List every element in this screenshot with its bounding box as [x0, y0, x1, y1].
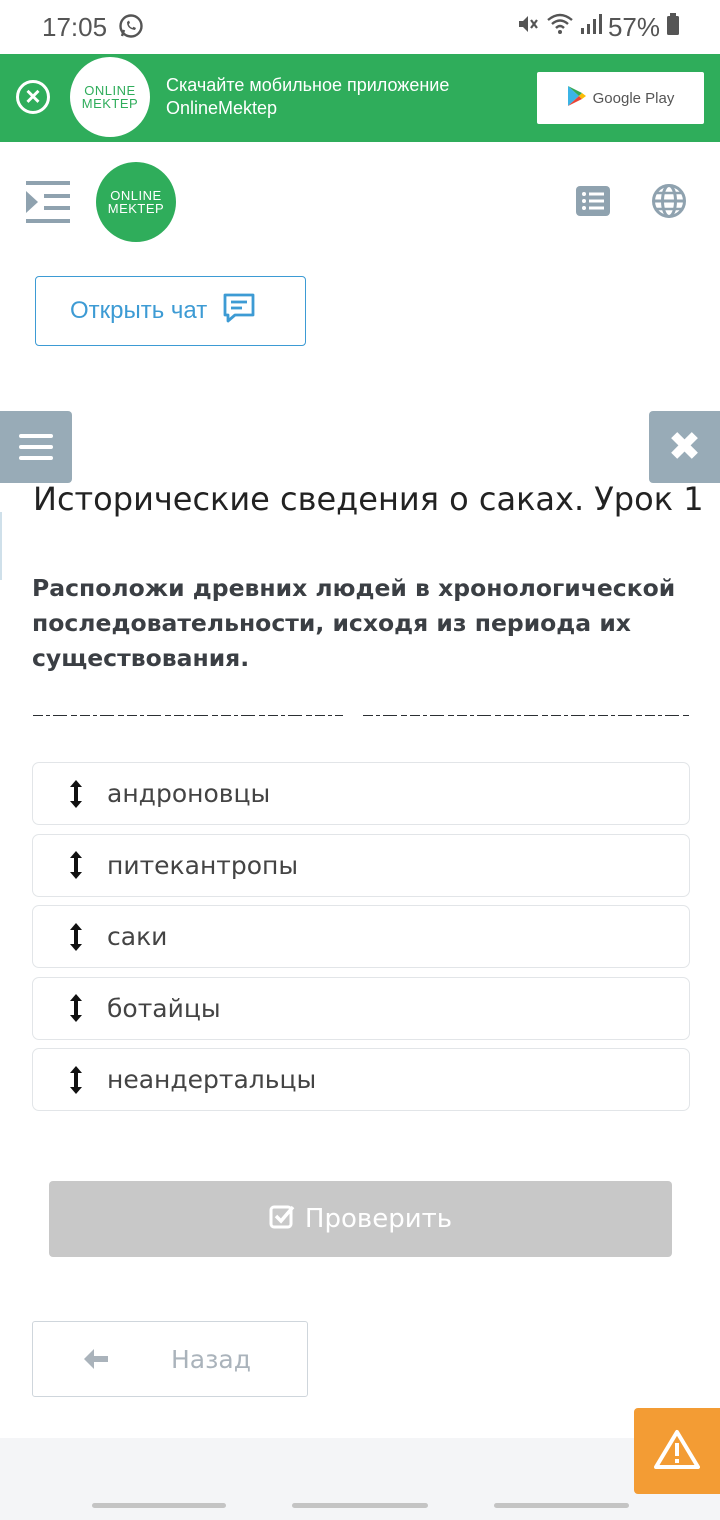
promo-text-line2: OnlineMektep — [166, 98, 278, 118]
sortable-item[interactable]: саки — [32, 905, 690, 968]
status-bar: 17:05 57% — [0, 0, 720, 54]
lesson-title: Исторические сведения о саках. Урок 1 — [33, 480, 704, 518]
check-button-label: Проверить — [304, 1204, 453, 1234]
lesson-menu-button[interactable] — [0, 411, 72, 483]
sortable-item[interactable]: питекантропы — [32, 833, 690, 897]
sortable-item-label: андроновцы — [107, 779, 271, 808]
wifi-icon — [546, 12, 574, 43]
sortable-item[interactable]: неандертальцы — [32, 1048, 690, 1111]
nav-bar-indicator — [92, 1503, 226, 1508]
battery-percent: 57% — [607, 12, 660, 42]
report-problem-button[interactable] — [634, 1408, 720, 1494]
close-icon[interactable]: × — [16, 80, 50, 114]
back-button-label: Назад — [171, 1344, 252, 1374]
menu-icon-bar — [19, 445, 53, 449]
open-chat-button[interactable]: Открыть чат — [35, 276, 306, 346]
globe-icon[interactable] — [652, 184, 686, 223]
chat-icon — [223, 293, 255, 330]
mute-icon — [516, 12, 540, 43]
whatsapp-icon — [118, 13, 144, 44]
divider — [33, 708, 689, 716]
list-icon[interactable] — [576, 186, 610, 221]
app-promo-banner: × ONLINE MEKTEP Скачайте мобильное прило… — [0, 54, 720, 142]
header-logo-line2: MEKTEP — [107, 201, 165, 216]
sortable-item-label: питекантропы — [107, 850, 299, 880]
promo-logo: ONLINE MEKTEP — [70, 57, 150, 137]
menu-icon-bar — [19, 456, 53, 460]
signal-icon — [580, 12, 602, 43]
warning-icon — [654, 1429, 700, 1474]
close-lesson-button[interactable]: ✖ — [649, 411, 720, 483]
promo-text: Скачайте мобильное приложение OnlineMekt… — [166, 74, 449, 120]
sidebar-toggle-icon[interactable] — [26, 180, 72, 229]
sortable-item[interactable]: андроновцы — [32, 762, 690, 825]
open-chat-label: Открыть чат — [70, 297, 208, 324]
task-instruction: Расположи древних людей в хронологическо… — [32, 574, 676, 672]
battery-icon — [666, 12, 680, 43]
status-icons: 57% — [516, 12, 680, 43]
left-accent — [0, 512, 2, 580]
site-logo[interactable]: ONLINE MEKTEP — [96, 162, 176, 242]
play-store-icon — [567, 85, 587, 111]
nav-bar-indicator — [292, 1503, 428, 1508]
sortable-item[interactable]: ботайцы — [32, 976, 690, 1040]
menu-icon-bar — [19, 434, 53, 438]
google-play-label: Google Play — [592, 89, 675, 107]
back-button[interactable]: Назад — [32, 1321, 308, 1397]
sortable-item-label: неандертальцы — [107, 1065, 317, 1094]
promo-text-line1: Скачайте мобильное приложение — [166, 75, 450, 95]
checkbox-icon — [269, 1203, 295, 1236]
status-time: 17:05 — [42, 12, 108, 42]
check-button[interactable]: Проверить — [49, 1181, 672, 1257]
nav-bar-indicator — [494, 1503, 629, 1508]
google-play-button[interactable]: Google Play — [537, 72, 704, 124]
promo-logo-line2: MEKTEP — [81, 96, 139, 111]
sortable-item-label: ботайцы — [107, 993, 221, 1023]
sortable-list: андроновцы питекантропы саки ботайцы неа… — [32, 762, 690, 1120]
arrow-left-icon — [83, 1348, 109, 1370]
sortable-item-label: саки — [107, 922, 168, 951]
